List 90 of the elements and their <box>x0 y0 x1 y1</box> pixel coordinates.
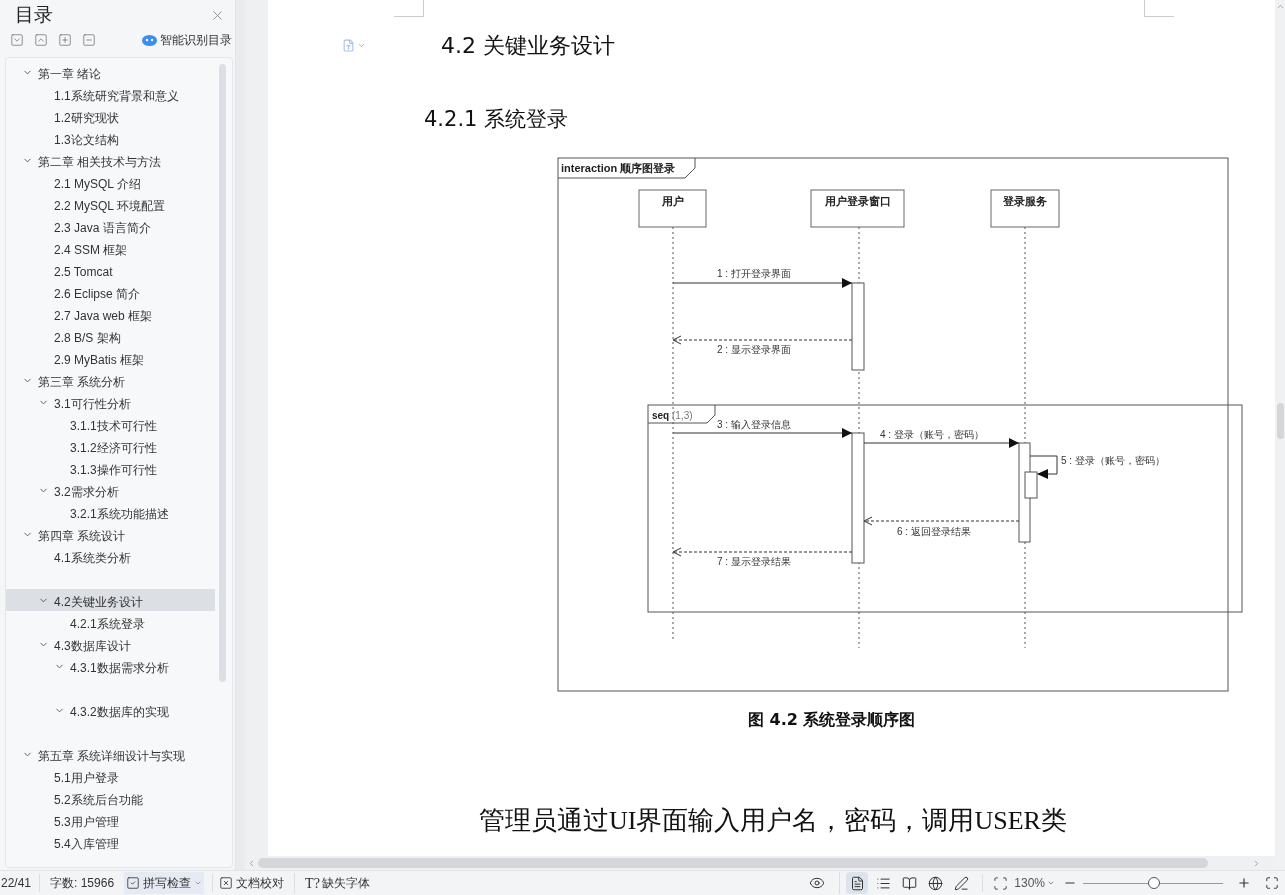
outline-item[interactable]: 5.2系统后台功能 <box>6 787 215 809</box>
outline-item[interactable]: 1.3论文结构 <box>6 127 215 149</box>
outline-item[interactable]: 2.5 Tomcat <box>6 259 215 281</box>
body-text: 管理员通过UI界面输入用户名，密码，调用USER类 <box>479 805 1067 836</box>
add-icon[interactable] <box>58 33 72 47</box>
outline-item[interactable]: 3.2需求分析 <box>6 479 215 501</box>
page-indicator[interactable]: 22/41 <box>1 874 41 892</box>
page-corner-mark <box>394 0 424 17</box>
book-icon <box>901 875 917 891</box>
pen-icon <box>953 875 969 891</box>
page-corner-mark <box>1144 0 1174 17</box>
message-label: 5 : 登录（账号，密码） <box>1061 454 1165 466</box>
outline-item[interactable]: 2.8 B/S 架构 <box>6 325 215 347</box>
lifeline-head <box>990 189 1060 227</box>
outline-item[interactable]: 第三章 系统分析 <box>6 369 215 391</box>
caret-icon <box>194 879 203 887</box>
outline-item[interactable]: 2.3 Java 语言简介 <box>6 215 215 237</box>
proofread-button[interactable]: 文档校对 <box>212 874 285 892</box>
subsection-heading: 4.2.1 系统登录 <box>424 106 569 133</box>
scrollbar-thumb[interactable] <box>219 64 226 682</box>
outline-item[interactable]: 第一章 绪论 <box>6 61 215 83</box>
lifeline-name: 用户 <box>661 194 684 207</box>
message-label: 2 : 显示登录界面 <box>717 343 791 355</box>
vertical-scrollbar-thumb[interactable] <box>1276 403 1284 439</box>
lifeline-name: 登录服务 <box>1003 194 1047 207</box>
outline-item[interactable]: 4.3.2数据库的实现 <box>6 699 215 743</box>
zoom-in-icon[interactable] <box>1237 876 1251 890</box>
scroll-up-icon[interactable] <box>1275 2 1285 11</box>
outline-item[interactable]: 3.1.3操作可行性 <box>6 457 215 479</box>
spell-check-button[interactable]: 拼写检查 <box>124 872 205 894</box>
outline-item[interactable]: 4.2关键业务设计 <box>6 589 215 611</box>
scroll-right-icon[interactable] <box>1252 858 1261 868</box>
outline-item[interactable]: 2.4 SSM 框架 <box>6 237 215 259</box>
figure-caption: 图 4.2 系统登录顺序图 <box>748 708 916 731</box>
outline-item[interactable]: 3.1可行性分析 <box>6 391 215 413</box>
eye-icon[interactable] <box>809 875 826 891</box>
slider-thumb[interactable] <box>1148 877 1161 889</box>
page-view-icon <box>849 875 865 891</box>
view-mode-button[interactable] <box>846 872 869 894</box>
outline-item[interactable]: 3.1.1技术可行性 <box>6 413 215 435</box>
zoom-dropdown[interactable]: 130% <box>1014 874 1055 892</box>
list-icon <box>875 875 891 891</box>
section-heading: 4.2 关键业务设计 <box>441 32 615 60</box>
font-icon: T? <box>305 872 320 894</box>
outline-item[interactable]: 2.6 Eclipse 简介 <box>6 281 215 303</box>
outline-item[interactable]: 3.2.1系统功能描述 <box>6 501 215 523</box>
outline-item[interactable]: 2.1 MySQL 介绍 <box>6 171 215 193</box>
cloud-icon <box>142 34 157 46</box>
outline-item[interactable]: 第四章 系统设计 <box>6 523 215 545</box>
outline-item[interactable]: 5.1用户登录 <box>6 765 215 787</box>
caret-icon <box>1047 879 1055 887</box>
panel-title: 目录 <box>15 2 53 27</box>
outline-item[interactable]: 1.2研究现状 <box>6 105 215 127</box>
caret-icon[interactable] <box>357 41 366 50</box>
smart-toc-button[interactable]: 智能识别目录 <box>142 31 232 49</box>
outline-item[interactable]: 5.3用户管理 <box>6 809 215 831</box>
message-label: 7 : 显示登录结果 <box>717 555 791 567</box>
outline-item[interactable]: 第二章 相关技术与方法 <box>6 149 215 171</box>
cross-box-icon <box>219 876 234 890</box>
outline-item[interactable]: 第五章 系统详细设计与实现 <box>6 743 215 765</box>
outline-item[interactable]: 5.4入库管理 <box>6 831 215 853</box>
collapse-all-icon[interactable] <box>34 33 48 47</box>
scroll-left-icon[interactable] <box>247 858 256 868</box>
word-count[interactable]: 字数: 15966 <box>40 874 125 892</box>
message-label: 1 : 打开登录界面 <box>717 267 791 279</box>
outline-item[interactable]: 2.7 Java web 框架 <box>6 303 215 325</box>
globe-icon <box>927 875 943 891</box>
outline-item[interactable]: 2.2 MySQL 环境配置 <box>6 193 215 215</box>
outline-item[interactable]: 4.3.1数据需求分析 <box>6 655 215 699</box>
expand-all-icon[interactable] <box>10 33 24 47</box>
message-label: 3 : 输入登录信息 <box>717 418 791 430</box>
outline-item[interactable]: 2.9 MyBatis 框架 <box>6 347 215 369</box>
missing-fonts-button[interactable]: T?缺失字体 <box>294 872 370 894</box>
outline-item[interactable]: 4.3数据库设计 <box>6 633 215 655</box>
self-message-arrow <box>1029 455 1058 479</box>
checkbox-icon <box>126 876 141 890</box>
zoom-slider[interactable] <box>1083 877 1223 889</box>
horizontal-scrollbar-thumb[interactable] <box>258 858 1208 868</box>
outline-item[interactable]: 1.1系统研究背景和意义 <box>6 83 215 105</box>
message-label: 4 : 登录（账号，密码） <box>880 428 984 440</box>
paragraph-icon[interactable] <box>342 39 355 52</box>
message-label: 6 : 返回登录结果 <box>897 525 971 537</box>
outline-item[interactable]: 4.2.1系统登录 <box>6 611 215 633</box>
lifeline-name: 用户登录窗口 <box>824 194 891 207</box>
outline-item[interactable]: 3.1.2经济可行性 <box>6 435 215 457</box>
lifeline-head <box>638 189 707 227</box>
fullscreen-icon[interactable] <box>1265 876 1279 890</box>
fit-page-icon[interactable] <box>993 875 1009 891</box>
outline-item[interactable]: 4.1系统类分析 <box>6 545 215 589</box>
remove-icon[interactable] <box>82 33 96 47</box>
